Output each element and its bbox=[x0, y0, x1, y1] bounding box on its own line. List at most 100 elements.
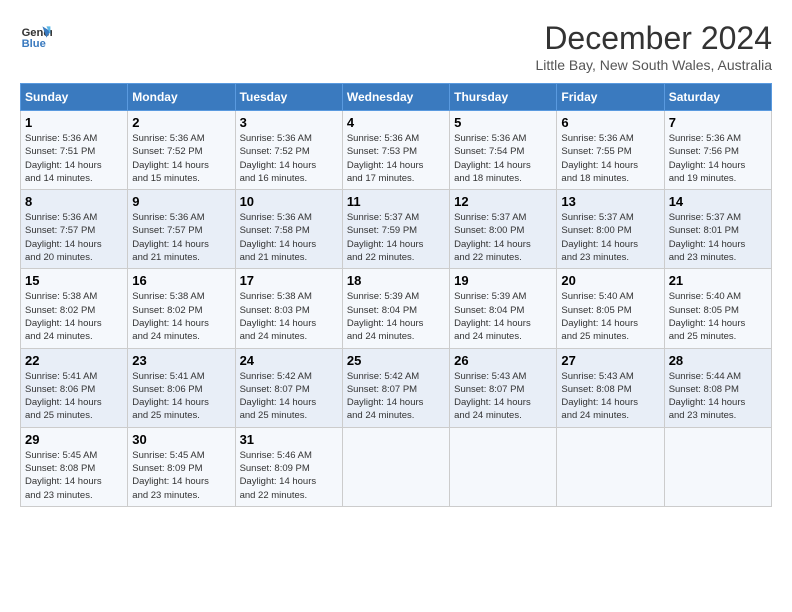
month-title: December 2024 bbox=[535, 20, 772, 57]
header-thursday: Thursday bbox=[450, 84, 557, 111]
header-tuesday: Tuesday bbox=[235, 84, 342, 111]
day-number: 14 bbox=[669, 194, 767, 209]
table-row: 6Sunrise: 5:36 AM Sunset: 7:55 PM Daylig… bbox=[557, 111, 664, 190]
table-row: 21 Sunrise: 5:40 AM Sunset: 8:05 PM Dayli… bbox=[664, 269, 771, 348]
table-row: 16Sunrise: 5:38 AM Sunset: 8:02 PM Dayli… bbox=[128, 269, 235, 348]
day-number: 23 bbox=[132, 353, 230, 368]
day-info: Sunrise: 5:41 AM Sunset: 8:06 PM Dayligh… bbox=[25, 370, 123, 423]
table-row: 18 Sunrise: 5:39 AM Sunset: 8:04 PM Dayli… bbox=[342, 269, 449, 348]
svg-text:Blue: Blue bbox=[22, 38, 46, 50]
location-subtitle: Little Bay, New South Wales, Australia bbox=[535, 57, 772, 73]
table-row: 17Sunrise: 5:38 AM Sunset: 8:03 PM Dayli… bbox=[235, 269, 342, 348]
table-row: 31 Sunrise: 5:46 AM Sunset: 8:09 PM Dayli… bbox=[235, 427, 342, 506]
calendar-row: 15 Sunrise: 5:38 AM Sunset: 8:02 PM Dayli… bbox=[21, 269, 772, 348]
day-number: 3 bbox=[240, 115, 338, 130]
day-info: Sunrise: 5:36 AM Sunset: 7:56 PM Dayligh… bbox=[669, 132, 767, 185]
day-number: 20 bbox=[561, 273, 659, 288]
day-number: 4 bbox=[347, 115, 445, 130]
day-info: Sunrise: 5:42 AM Sunset: 8:07 PM Dayligh… bbox=[347, 370, 445, 423]
day-number: 6 bbox=[561, 115, 659, 130]
day-number: 9 bbox=[132, 194, 230, 209]
table-row: 4 Sunrise: 5:36 AM Sunset: 7:53 PM Daylig… bbox=[342, 111, 449, 190]
day-info: Sunrise: 5:38 AM Sunset: 8:02 PM Dayligh… bbox=[132, 290, 230, 343]
day-info: Sunrise: 5:41 AM Sunset: 8:06 PM Dayligh… bbox=[132, 370, 230, 423]
table-row: 9 Sunrise: 5:36 AM Sunset: 7:57 PM Daylig… bbox=[128, 190, 235, 269]
day-info: Sunrise: 5:39 AM Sunset: 8:04 PM Dayligh… bbox=[454, 290, 552, 343]
day-info: Sunrise: 5:38 AM Sunset: 8:02 PM Dayligh… bbox=[25, 290, 123, 343]
day-info: Sunrise: 5:36 AM Sunset: 7:52 PM Dayligh… bbox=[132, 132, 230, 185]
day-info: Sunrise: 5:43 AM Sunset: 8:07 PM Dayligh… bbox=[454, 370, 552, 423]
day-number: 24 bbox=[240, 353, 338, 368]
table-row: 19 Sunrise: 5:39 AM Sunset: 8:04 PM Dayli… bbox=[450, 269, 557, 348]
day-number: 31 bbox=[240, 432, 338, 447]
day-info: Sunrise: 5:44 AM Sunset: 8:08 PM Dayligh… bbox=[669, 370, 767, 423]
table-row: 14 Sunrise: 5:37 AM Sunset: 8:01 PM Dayli… bbox=[664, 190, 771, 269]
day-info: Sunrise: 5:46 AM Sunset: 8:09 PM Dayligh… bbox=[240, 449, 338, 502]
day-info: Sunrise: 5:36 AM Sunset: 7:57 PM Dayligh… bbox=[25, 211, 123, 264]
table-row bbox=[342, 427, 449, 506]
day-number: 11 bbox=[347, 194, 445, 209]
day-info: Sunrise: 5:43 AM Sunset: 8:08 PM Dayligh… bbox=[561, 370, 659, 423]
day-info: Sunrise: 5:42 AM Sunset: 8:07 PM Dayligh… bbox=[240, 370, 338, 423]
day-number: 5 bbox=[454, 115, 552, 130]
day-number: 7 bbox=[669, 115, 767, 130]
day-number: 30 bbox=[132, 432, 230, 447]
calendar-row: 29 Sunrise: 5:45 AM Sunset: 8:08 PM Dayli… bbox=[21, 427, 772, 506]
day-number: 28 bbox=[669, 353, 767, 368]
table-row bbox=[557, 427, 664, 506]
table-row: 7 Sunrise: 5:36 AM Sunset: 7:56 PM Daylig… bbox=[664, 111, 771, 190]
day-number: 12 bbox=[454, 194, 552, 209]
logo-icon: General Blue bbox=[20, 20, 52, 52]
page-header: General Blue December 2024 Little Bay, N… bbox=[20, 20, 772, 73]
day-info: Sunrise: 5:37 AM Sunset: 8:01 PM Dayligh… bbox=[669, 211, 767, 264]
day-info: Sunrise: 5:40 AM Sunset: 8:05 PM Dayligh… bbox=[561, 290, 659, 343]
day-info: Sunrise: 5:37 AM Sunset: 8:00 PM Dayligh… bbox=[561, 211, 659, 264]
header-sunday: Sunday bbox=[21, 84, 128, 111]
day-number: 18 bbox=[347, 273, 445, 288]
table-row: 25Sunrise: 5:42 AM Sunset: 8:07 PM Dayli… bbox=[342, 348, 449, 427]
day-info: Sunrise: 5:36 AM Sunset: 7:53 PM Dayligh… bbox=[347, 132, 445, 185]
day-info: Sunrise: 5:38 AM Sunset: 8:03 PM Dayligh… bbox=[240, 290, 338, 343]
table-row: 1Sunrise: 5:36 AM Sunset: 7:51 PM Daylig… bbox=[21, 111, 128, 190]
day-info: Sunrise: 5:37 AM Sunset: 7:59 PM Dayligh… bbox=[347, 211, 445, 264]
day-number: 10 bbox=[240, 194, 338, 209]
table-row: 5 Sunrise: 5:36 AM Sunset: 7:54 PM Daylig… bbox=[450, 111, 557, 190]
day-number: 26 bbox=[454, 353, 552, 368]
day-info: Sunrise: 5:37 AM Sunset: 8:00 PM Dayligh… bbox=[454, 211, 552, 264]
day-number: 21 bbox=[669, 273, 767, 288]
day-info: Sunrise: 5:45 AM Sunset: 8:08 PM Dayligh… bbox=[25, 449, 123, 502]
calendar-row: 8 Sunrise: 5:36 AM Sunset: 7:57 PM Daylig… bbox=[21, 190, 772, 269]
table-row: 3Sunrise: 5:36 AM Sunset: 7:52 PM Daylig… bbox=[235, 111, 342, 190]
day-number: 8 bbox=[25, 194, 123, 209]
table-row: 22 Sunrise: 5:41 AM Sunset: 8:06 PM Dayli… bbox=[21, 348, 128, 427]
calendar-row: 22 Sunrise: 5:41 AM Sunset: 8:06 PM Dayli… bbox=[21, 348, 772, 427]
header-monday: Monday bbox=[128, 84, 235, 111]
day-info: Sunrise: 5:40 AM Sunset: 8:05 PM Dayligh… bbox=[669, 290, 767, 343]
day-number: 22 bbox=[25, 353, 123, 368]
day-info: Sunrise: 5:39 AM Sunset: 8:04 PM Dayligh… bbox=[347, 290, 445, 343]
day-number: 1 bbox=[25, 115, 123, 130]
table-row: 15 Sunrise: 5:38 AM Sunset: 8:02 PM Dayli… bbox=[21, 269, 128, 348]
table-row: 2Sunrise: 5:36 AM Sunset: 7:52 PM Daylig… bbox=[128, 111, 235, 190]
table-row: 29 Sunrise: 5:45 AM Sunset: 8:08 PM Dayli… bbox=[21, 427, 128, 506]
day-number: 19 bbox=[454, 273, 552, 288]
calendar-row: 1Sunrise: 5:36 AM Sunset: 7:51 PM Daylig… bbox=[21, 111, 772, 190]
table-row: 24 Sunrise: 5:42 AM Sunset: 8:07 PM Dayli… bbox=[235, 348, 342, 427]
day-info: Sunrise: 5:36 AM Sunset: 7:57 PM Dayligh… bbox=[132, 211, 230, 264]
table-row: 8 Sunrise: 5:36 AM Sunset: 7:57 PM Daylig… bbox=[21, 190, 128, 269]
calendar-header-row: Sunday Monday Tuesday Wednesday Thursday… bbox=[21, 84, 772, 111]
title-area: December 2024 Little Bay, New South Wale… bbox=[535, 20, 772, 73]
table-row: 26 Sunrise: 5:43 AM Sunset: 8:07 PM Dayli… bbox=[450, 348, 557, 427]
table-row: 10 Sunrise: 5:36 AM Sunset: 7:58 PM Dayli… bbox=[235, 190, 342, 269]
day-info: Sunrise: 5:45 AM Sunset: 8:09 PM Dayligh… bbox=[132, 449, 230, 502]
day-number: 15 bbox=[25, 273, 123, 288]
table-row: 27 Sunrise: 5:43 AM Sunset: 8:08 PM Dayli… bbox=[557, 348, 664, 427]
day-number: 29 bbox=[25, 432, 123, 447]
header-saturday: Saturday bbox=[664, 84, 771, 111]
day-info: Sunrise: 5:36 AM Sunset: 7:54 PM Dayligh… bbox=[454, 132, 552, 185]
table-row bbox=[450, 427, 557, 506]
logo: General Blue bbox=[20, 20, 52, 52]
table-row bbox=[664, 427, 771, 506]
day-info: Sunrise: 5:36 AM Sunset: 7:58 PM Dayligh… bbox=[240, 211, 338, 264]
day-number: 27 bbox=[561, 353, 659, 368]
